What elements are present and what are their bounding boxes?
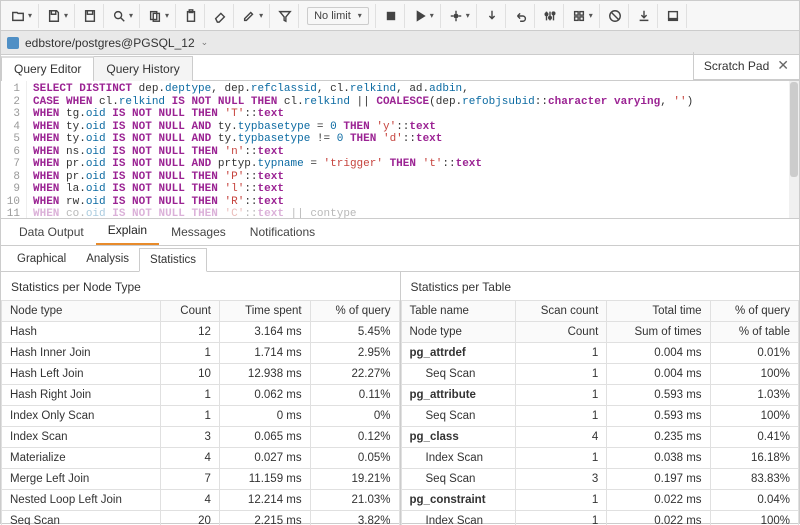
editor-tab-row: Query Editor Query History Scratch Pad ✕ bbox=[1, 55, 799, 81]
table-row: pg_attrdef10.004 ms0.01% bbox=[401, 343, 799, 364]
editor-scrollbar[interactable] bbox=[789, 81, 799, 218]
table-row: Index Scan10.022 ms100% bbox=[401, 511, 799, 525]
close-icon[interactable]: ✕ bbox=[777, 57, 789, 74]
settings-icon[interactable] bbox=[537, 4, 564, 28]
tab-notifications[interactable]: Notifications bbox=[238, 219, 327, 245]
table-row: Hash Inner Join11.714 ms2.95% bbox=[2, 343, 400, 364]
open-icon[interactable]: ▾ bbox=[5, 4, 39, 28]
subtab-graphical[interactable]: Graphical bbox=[7, 248, 76, 270]
upload-icon[interactable] bbox=[660, 4, 687, 28]
stop-icon[interactable] bbox=[378, 4, 405, 28]
cancel-icon[interactable] bbox=[602, 4, 629, 28]
table-row: Index Scan30.065 ms0.12% bbox=[2, 427, 400, 448]
scratch-pad-label: Scratch Pad bbox=[704, 59, 769, 73]
search-icon[interactable]: ▾ bbox=[106, 4, 140, 28]
table-row: pg_class40.235 ms0.41% bbox=[401, 427, 799, 448]
table-row: Hash Left Join1012.938 ms22.27% bbox=[2, 364, 400, 385]
per-table-table: Table nameScan countTotal time% of query… bbox=[401, 300, 800, 525]
sql-editor[interactable]: 1234567891011 SELECT DISTINCT dep.deptyp… bbox=[1, 81, 799, 219]
col-header: Node type bbox=[2, 301, 161, 322]
database-icon bbox=[7, 37, 19, 49]
tab-query-history[interactable]: Query History bbox=[93, 56, 192, 81]
limit-select[interactable]: No limit▾ bbox=[301, 4, 376, 28]
tab-messages[interactable]: Messages bbox=[159, 219, 238, 245]
table-row: pg_attribute10.593 ms1.03% bbox=[401, 385, 799, 406]
col-header: % of table bbox=[710, 322, 798, 343]
col-header: % of query bbox=[310, 301, 399, 322]
table-row: Hash Right Join10.062 ms0.11% bbox=[2, 385, 400, 406]
macro-icon[interactable]: ▾ bbox=[566, 4, 600, 28]
download-icon[interactable] bbox=[631, 4, 658, 28]
table-row: Seq Scan202.215 ms3.82% bbox=[2, 511, 400, 525]
table-row: pg_constraint10.022 ms0.04% bbox=[401, 490, 799, 511]
col-header: Table name bbox=[401, 301, 515, 322]
play-icon[interactable]: ▾ bbox=[407, 4, 441, 28]
subtab-statistics[interactable]: Statistics bbox=[139, 248, 207, 272]
panel-title: Statistics per Node Type bbox=[1, 272, 400, 300]
stats-per-node-panel: Statistics per Node Type Node typeCountT… bbox=[1, 272, 401, 525]
output-tab-row: Data Output Explain Messages Notificatio… bbox=[1, 219, 799, 246]
table-row: Seq Scan10.004 ms100% bbox=[401, 364, 799, 385]
col-header: Count bbox=[515, 322, 607, 343]
rollback-icon[interactable] bbox=[508, 4, 535, 28]
explain-icon[interactable]: ▾ bbox=[443, 4, 477, 28]
chevron-down-icon: ⌄ bbox=[201, 37, 209, 48]
table-row: Materialize40.027 ms0.05% bbox=[2, 448, 400, 469]
statistics-container: Statistics per Node Type Node typeCountT… bbox=[1, 272, 799, 525]
table-row: Nested Loop Left Join412.214 ms21.03% bbox=[2, 490, 400, 511]
tab-data-output[interactable]: Data Output bbox=[7, 219, 96, 245]
commit-icon[interactable] bbox=[479, 4, 506, 28]
col-header: Sum of times bbox=[607, 322, 710, 343]
col-header: Scan count bbox=[515, 301, 607, 322]
table-row: Hash123.164 ms5.45% bbox=[2, 322, 400, 343]
tab-query-editor[interactable]: Query Editor bbox=[1, 56, 94, 81]
node-type-table: Node typeCountTime spent% of query Hash1… bbox=[1, 300, 400, 525]
subtab-analysis[interactable]: Analysis bbox=[76, 248, 139, 270]
connection-bar[interactable]: edbstore/postgres@PGSQL_12 ⌄ bbox=[1, 31, 799, 55]
stats-per-table-panel: Statistics per Table Table nameScan coun… bbox=[401, 272, 800, 525]
col-header: Count bbox=[161, 301, 220, 322]
code-area[interactable]: SELECT DISTINCT dep.deptype, dep.refclas… bbox=[27, 81, 799, 218]
table-row: Seq Scan30.197 ms83.83% bbox=[401, 469, 799, 490]
copy-icon[interactable]: ▾ bbox=[142, 4, 176, 28]
explain-subtab-row: Graphical Analysis Statistics bbox=[1, 246, 799, 272]
line-gutter: 1234567891011 bbox=[1, 81, 27, 218]
col-header: % of query bbox=[710, 301, 798, 322]
col-header: Total time bbox=[607, 301, 710, 322]
col-header: Time spent bbox=[219, 301, 310, 322]
panel-title: Statistics per Table bbox=[401, 272, 800, 300]
edit-icon[interactable]: ▾ bbox=[236, 4, 270, 28]
erase-icon[interactable] bbox=[207, 4, 234, 28]
table-row: Index Only Scan10 ms0% bbox=[2, 406, 400, 427]
filter-icon[interactable] bbox=[272, 4, 299, 28]
scratch-pad-tab: Scratch Pad ✕ bbox=[693, 52, 799, 80]
connection-label: edbstore/postgres@PGSQL_12 bbox=[25, 36, 195, 50]
tab-explain[interactable]: Explain bbox=[96, 217, 159, 245]
save-as-icon[interactable] bbox=[77, 4, 104, 28]
table-row: Seq Scan10.593 ms100% bbox=[401, 406, 799, 427]
paste-icon[interactable] bbox=[178, 4, 205, 28]
save-icon[interactable]: ▾ bbox=[41, 4, 75, 28]
col-header: Node type bbox=[401, 322, 515, 343]
table-row: Merge Left Join711.159 ms19.21% bbox=[2, 469, 400, 490]
main-toolbar: ▾ ▾ ▾ ▾ ▾ No limit▾ ▾ ▾ ▾ bbox=[1, 1, 799, 31]
table-row: Index Scan10.038 ms16.18% bbox=[401, 448, 799, 469]
